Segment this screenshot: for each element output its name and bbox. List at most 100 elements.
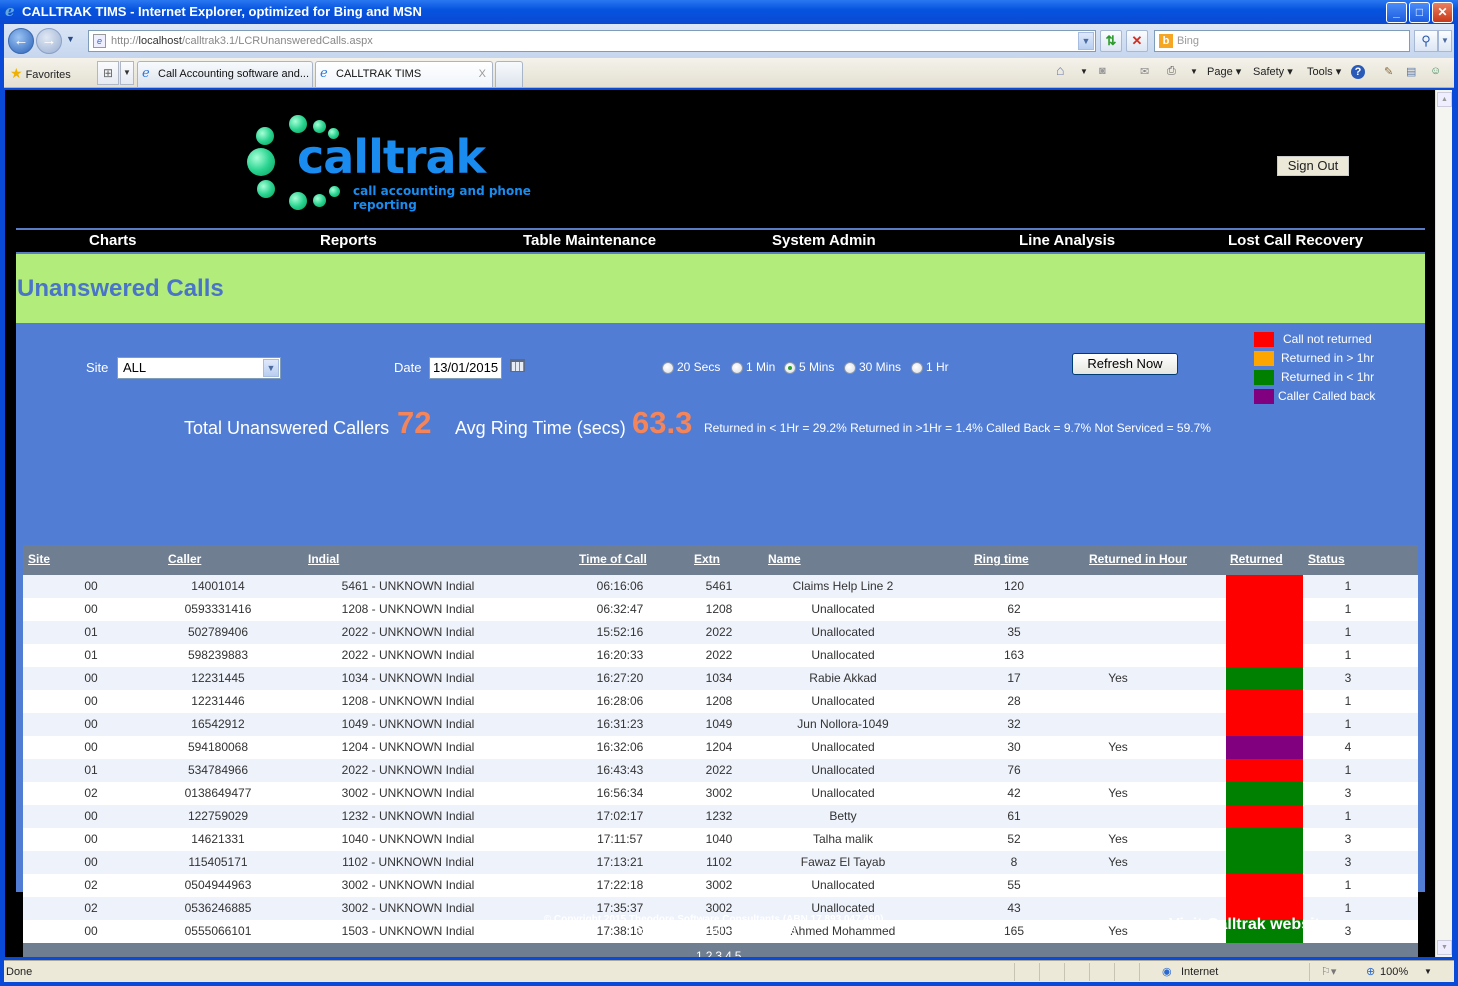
maximize-button[interactable]: □ <box>1409 2 1430 23</box>
table-row[interactable]: 00 12231445 1034 - UNKNOWN Indial 16:27:20 1… <box>23 667 1418 690</box>
sign-out-button[interactable]: Sign Out <box>1277 156 1349 176</box>
scroll-up-icon[interactable]: ▲ <box>1437 92 1452 107</box>
stop-icon[interactable]: ✕ <box>1126 30 1148 52</box>
page-menu[interactable]: Page ▾ <box>1207 65 1241 78</box>
menu-table-maintenance[interactable]: Table Maintenance <box>523 232 656 249</box>
table-row[interactable]: 01 598239883 2022 - UNKNOWN Indial 16:20:33… <box>23 644 1418 667</box>
table-cell-ring-time: 35 <box>1007 625 1021 639</box>
ie-logo-icon: e <box>5 2 15 20</box>
zoom-level[interactable]: 100% <box>1380 961 1408 983</box>
research-icon[interactable]: ✎ <box>1384 65 1393 78</box>
table-cell-ring-time: 61 <box>1007 809 1021 823</box>
table-cell-name: Rabie Akkad <box>809 671 877 685</box>
menu-lost-call-recovery[interactable]: Lost Call Recovery <box>1228 232 1363 249</box>
refresh-icon[interactable]: ⇅ <box>1100 30 1122 52</box>
tab-call-accounting[interactable]: e Call Accounting software and... <box>137 61 313 87</box>
history-dropdown-icon[interactable]: ▼ <box>66 34 75 44</box>
safety-menu[interactable]: Safety ▾ <box>1253 65 1293 78</box>
menu-system-admin[interactable]: System Admin <box>772 232 876 249</box>
quick-tabs-icon[interactable]: ⊞ <box>97 61 119 85</box>
new-tab-button[interactable] <box>495 61 523 87</box>
col-time-of-call[interactable]: Time of Call <box>579 552 647 566</box>
radio-1-hr[interactable] <box>911 362 923 374</box>
zoom-dropdown-icon[interactable]: ▼ <box>1424 961 1432 983</box>
table-row[interactable]: 00 0593331416 1208 - UNKNOWN Indial 06:32:4… <box>23 598 1418 621</box>
table-row[interactable]: 00 14001014 5461 - UNKNOWN Indial 06:16:06 5… <box>23 575 1418 598</box>
home-icon[interactable]: ⌂ <box>1056 62 1064 78</box>
url-dropdown-icon[interactable]: ▼ <box>1078 32 1094 50</box>
table-row[interactable]: 00 14621331 1040 - UNKNOWN Indial 17:11:57 1… <box>23 828 1418 851</box>
table-row[interactable]: 00 115405171 1102 - UNKNOWN Indial 17:13:21… <box>23 851 1418 874</box>
col-ring-time[interactable]: Ring time <box>974 552 1029 566</box>
close-tab-icon[interactable]: X <box>479 62 486 86</box>
table-cell-name: Unallocated <box>811 786 875 800</box>
page-icon: e <box>93 34 106 48</box>
tab-list-dropdown-icon[interactable]: ▼ <box>120 61 134 85</box>
radio-30-mins[interactable] <box>844 362 856 374</box>
col-indial[interactable]: Indial <box>308 552 339 566</box>
rss-feed-icon[interactable]: ◙ <box>1099 65 1106 77</box>
page-link-5[interactable]: 5 <box>735 949 742 957</box>
close-window-button[interactable]: ✕ <box>1432 2 1453 23</box>
forward-button[interactable]: → <box>36 28 62 54</box>
table-cell-time: 17:22:18 <box>596 878 644 892</box>
date-input[interactable]: 13/01/2015 <box>429 357 502 379</box>
radio-20-secs[interactable] <box>662 362 674 374</box>
tab-label: CALLTRAK TIMS <box>336 68 422 80</box>
table-row[interactable]: 00 12231446 1208 - UNKNOWN Indial 16:28:06 1… <box>23 690 1418 713</box>
table-row[interactable]: 00 594180068 1204 - UNKNOWN Indial 16:32:06… <box>23 736 1418 759</box>
search-options-icon[interactable]: ▼ <box>1438 30 1452 52</box>
col-returned-in-hour[interactable]: Returned in Hour <box>1089 552 1187 566</box>
print-dropdown-icon[interactable]: ▼ <box>1190 67 1198 76</box>
menu-reports[interactable]: Reports <box>320 232 377 249</box>
scroll-down-icon[interactable]: ▼ <box>1437 940 1452 955</box>
avg-ring-time-value: 63.3 <box>632 405 693 440</box>
table-row[interactable]: 01 534784966 2022 - UNKNOWN Indial 16:43:43… <box>23 759 1418 782</box>
menu-line-analysis[interactable]: Line Analysis <box>1019 232 1115 249</box>
minimize-button[interactable]: _ <box>1386 2 1407 23</box>
site-select[interactable]: ALL ▼ <box>117 357 281 379</box>
page-link-4[interactable]: 4 <box>725 949 732 957</box>
returned-status-swatch <box>1226 690 1303 713</box>
calltrak-logo[interactable]: calltrak call accounting and phone repor… <box>243 112 583 222</box>
tab-calltrak-tims[interactable]: e CALLTRAK TIMS X <box>315 61 493 87</box>
table-row[interactable]: 00 122759029 1232 - UNKNOWN Indial 17:02:17… <box>23 805 1418 828</box>
menu-charts[interactable]: Charts <box>89 232 137 249</box>
read-mail-icon[interactable]: ✉ <box>1140 65 1149 78</box>
blog-icon[interactable]: ▤ <box>1406 65 1416 78</box>
calendar-icon[interactable] <box>510 359 525 372</box>
col-name[interactable]: Name <box>768 552 801 566</box>
table-row[interactable]: 02 0138649477 3002 - UNKNOWN Indial 16:56:3… <box>23 782 1418 805</box>
refresh-now-button[interactable]: Refresh Now <box>1072 353 1178 375</box>
visit-calltrak-link[interactable]: Visit Calltrak website <box>1169 916 1329 934</box>
messenger-icon[interactable]: ☺ <box>1430 65 1441 77</box>
vertical-scrollbar[interactable]: ▲ ▼ <box>1435 90 1452 957</box>
search-input[interactable]: b Bing <box>1154 30 1410 52</box>
col-site[interactable]: Site <box>28 552 50 566</box>
radio-5-mins[interactable] <box>784 362 796 374</box>
table-cell-site: 01 <box>84 625 98 639</box>
search-icon[interactable]: ⚲ <box>1414 30 1438 52</box>
pager: 12345 <box>696 949 744 957</box>
home-dropdown-icon[interactable]: ▼ <box>1080 67 1088 76</box>
col-caller[interactable]: Caller <box>168 552 201 566</box>
print-icon[interactable]: ⎙ <box>1167 65 1176 78</box>
help-icon[interactable]: ? <box>1351 65 1365 79</box>
table-row[interactable]: 00 16542912 1049 - UNKNOWN Indial 16:31:23 1… <box>23 713 1418 736</box>
page-link-2[interactable]: 2 <box>706 949 713 957</box>
table-row[interactable]: 01 502789406 2022 - UNKNOWN Indial 15:52:16… <box>23 621 1418 644</box>
col-status[interactable]: Status <box>1308 552 1345 566</box>
col-returned[interactable]: Returned <box>1230 552 1283 566</box>
col-extn[interactable]: Extn <box>694 552 720 566</box>
radio-1-min[interactable] <box>731 362 743 374</box>
url-input[interactable]: e http://localhost/calltrak3.1/LCRUnansw… <box>88 30 1096 52</box>
table-cell-name: Unallocated <box>811 648 875 662</box>
logo-dot <box>257 180 275 198</box>
table-row[interactable]: 02 0504944963 3002 - UNKNOWN Indial 17:22:1… <box>23 874 1418 897</box>
favorites-button[interactable]: ★ Favorites <box>10 65 71 82</box>
back-button[interactable]: ← <box>8 28 34 54</box>
protected-mode-icon[interactable]: ⚐▾ <box>1321 961 1336 983</box>
table-cell-time: 16:27:20 <box>596 671 644 685</box>
page-link-3[interactable]: 3 <box>715 949 722 957</box>
tools-menu[interactable]: Tools ▾ <box>1307 65 1341 78</box>
